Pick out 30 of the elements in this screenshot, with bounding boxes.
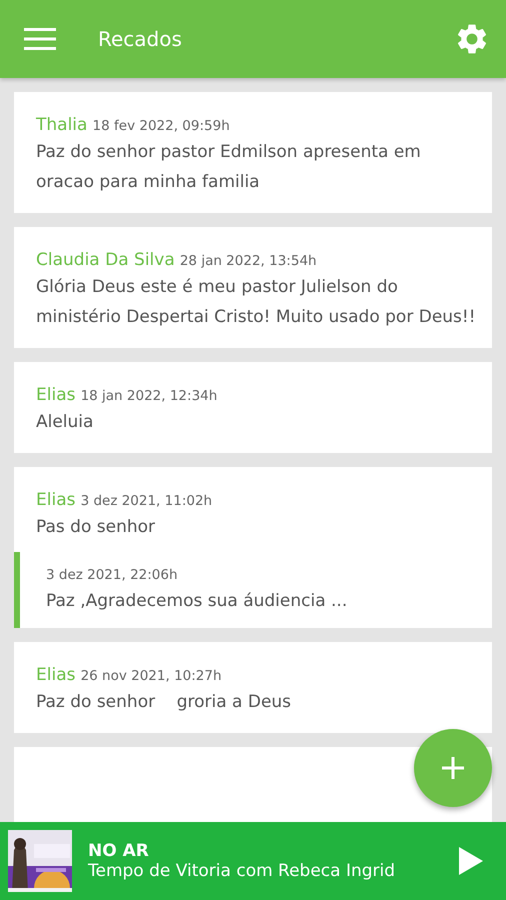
author-name: Elias bbox=[36, 490, 76, 510]
author-name: Elias bbox=[36, 385, 76, 405]
author-name: Thalia bbox=[36, 115, 88, 135]
message-date: 26 nov 2021, 10:27h bbox=[80, 668, 222, 684]
message-text: Aleluia bbox=[36, 411, 94, 434]
reply-date: 3 dez 2021, 22:06h bbox=[46, 566, 179, 585]
message-text: Paz do senhor pastor Edmilson apresenta em oracao para minha familia bbox=[36, 141, 422, 194]
message-card[interactable]: Claudia Da Silva 28 jan 2022, 13:54h Glória Deus este é meu pastor Julielson do ministério Despertai Cristo! Muito usado por Deus!! bbox=[14, 227, 492, 348]
plus-icon bbox=[442, 757, 464, 779]
message-text: Pas do senhor bbox=[36, 516, 156, 539]
play-button[interactable] bbox=[458, 846, 484, 876]
menu-icon bbox=[24, 27, 56, 51]
screen-title: Recados bbox=[98, 27, 183, 51]
author-name: Claudia Da Silva bbox=[36, 250, 175, 270]
live-label: NO AR bbox=[88, 841, 150, 861]
message-card[interactable]: Thalia 18 fev 2022, 09:59h Paz do senhor pastor Edmilson apresenta em oracao para minha familia bbox=[14, 92, 492, 213]
menu-button[interactable] bbox=[24, 27, 56, 51]
message-date: 3 dez 2021, 11:02h bbox=[80, 493, 212, 509]
message-text: Glória Deus este é meu pastor Julielson do ministério Despertai Cristo! Muito usado por Deus!! bbox=[36, 276, 476, 329]
message-date: 28 jan 2022, 13:54h bbox=[180, 253, 317, 269]
reply-text: Paz ,Agradecemos sua áudiencia ... bbox=[46, 590, 348, 613]
program-title: Tempo de Vitoria com Rebeca Ingrid bbox=[88, 861, 396, 881]
play-icon bbox=[458, 846, 484, 876]
message-date: 18 fev 2022, 09:59h bbox=[92, 118, 230, 134]
message-card[interactable]: Elias 26 nov 2021, 10:27h Paz do senhor groria a Deus bbox=[14, 642, 492, 733]
message-text: Paz do senhor groria a Deus bbox=[36, 691, 292, 714]
message-card[interactable]: Elias 18 jan 2022, 12:34h Aleluia bbox=[14, 362, 492, 453]
message-date: 18 jan 2022, 12:34h bbox=[80, 388, 218, 404]
message-card[interactable]: Elias 3 dez 2021, 11:02h Pas do senhor 3 dez 2021, 22:06h Paz ,Agradecemos sua áudiencia ... bbox=[14, 467, 492, 628]
author-name: Elias bbox=[36, 665, 76, 685]
